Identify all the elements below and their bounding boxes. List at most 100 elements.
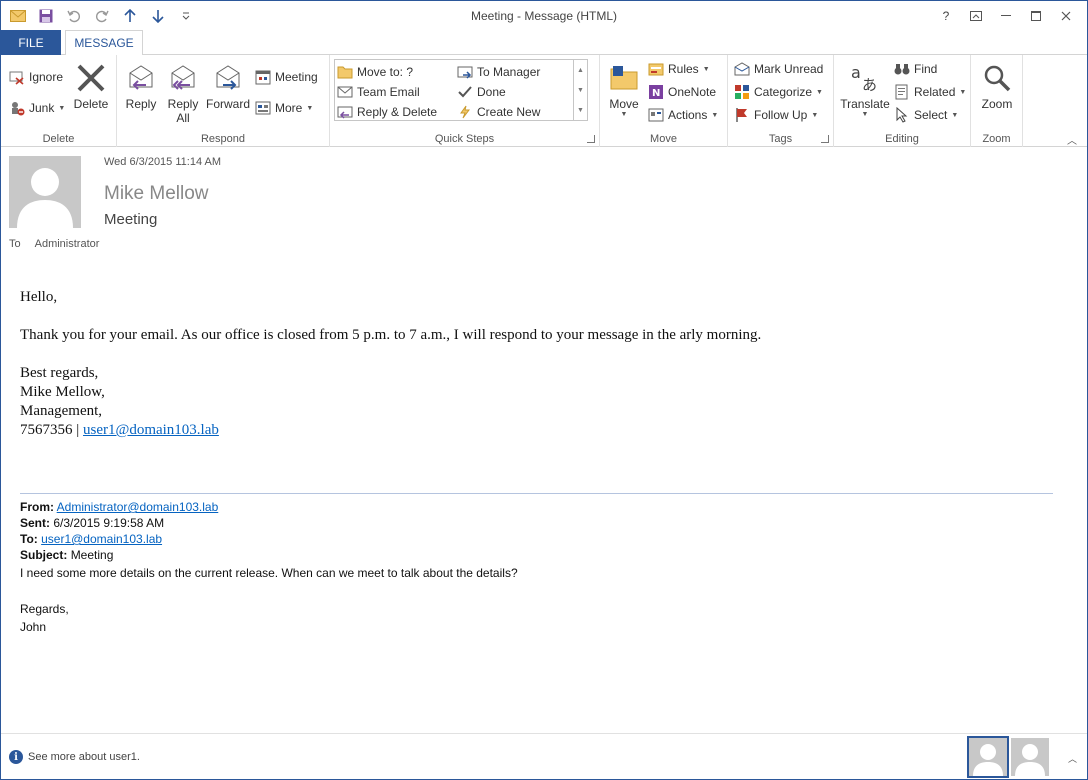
move-folder-icon: [607, 61, 641, 95]
binoculars-icon: [894, 64, 910, 75]
quick-step-to-manager[interactable]: To Manager: [457, 62, 540, 82]
outlook-message-window: Meeting - Message (HTML) ? FILE MESSAGE: [0, 0, 1088, 780]
move-to-label: Move to: ?: [357, 65, 414, 79]
window-controls: ?: [931, 5, 1081, 27]
team-email-label: Team Email: [357, 85, 420, 99]
rules-button[interactable]: Rules ▼: [648, 59, 710, 79]
meeting-label: Meeting: [275, 70, 318, 84]
delete-x-icon: [74, 61, 108, 95]
reply-delete-icon: [337, 106, 353, 119]
collapse-ribbon-button[interactable]: ︿: [1067, 129, 1077, 149]
mark-unread-button[interactable]: Mark Unread: [734, 59, 823, 79]
reply-label: Reply: [125, 97, 157, 111]
quoted-body-line: I need some more details on the current …: [20, 566, 518, 580]
follow-up-button[interactable]: Follow Up ▼: [734, 105, 818, 125]
person-thumbnail[interactable]: [967, 736, 1009, 778]
zoom-label: Zoom: [981, 97, 1013, 111]
forward-button[interactable]: Forward: [205, 61, 251, 111]
create-new-label: Create New: [477, 105, 541, 119]
delete-button[interactable]: Delete: [71, 61, 111, 111]
svg-text:N: N: [652, 88, 660, 99]
quick-steps-group: Move to: ? Team Email Reply & Delete To …: [330, 55, 600, 147]
reply-all-label-1: Reply: [167, 97, 199, 111]
reply-all-button[interactable]: Reply All: [163, 61, 203, 125]
quoted-message: From: Administrator@domain103.lab Sent: …: [20, 499, 1060, 635]
quoted-to-link[interactable]: user1@domain103.lab: [41, 532, 162, 546]
zoom-button[interactable]: Zoom: [975, 61, 1019, 111]
follow-up-label: Follow Up: [754, 108, 808, 122]
person-placeholder-icon: [1011, 738, 1049, 776]
related-label: Related: [914, 85, 956, 99]
people-pane-info[interactable]: i See more about user1.: [9, 750, 140, 764]
body-paragraph: Thank you for your email. As our office …: [20, 327, 762, 343]
ignore-label: Ignore: [29, 70, 64, 84]
quick-step-team-email[interactable]: Team Email: [337, 82, 420, 102]
to-label: To: [9, 238, 21, 250]
close-button[interactable]: [1051, 5, 1081, 27]
junk-button[interactable]: Junk ▼: [9, 98, 65, 118]
find-button[interactable]: Find: [894, 59, 937, 79]
translate-button[interactable]: aあ Translate ▼: [836, 61, 894, 118]
reply-button[interactable]: Reply: [121, 61, 161, 111]
onenote-button[interactable]: N OneNote: [648, 82, 716, 102]
ignore-button[interactable]: Ignore: [9, 67, 63, 87]
quoted-subject-label: Subject:: [20, 548, 68, 562]
quoted-regards: Regards,: [20, 602, 69, 616]
quick-steps-scroll[interactable]: ▲ ▼ ▼: [573, 60, 587, 120]
select-label: Select: [914, 108, 948, 122]
rules-icon: [648, 63, 664, 76]
meeting-button[interactable]: Meeting: [255, 67, 318, 87]
quick-steps-group-label: Quick Steps: [434, 133, 495, 145]
quick-step-reply-delete[interactable]: Reply & Delete: [337, 102, 437, 122]
respond-group-label: Respond: [200, 133, 246, 145]
message-date: Wed 6/3/2015 11:14 AM: [104, 156, 222, 168]
scroll-up-icon[interactable]: ▲: [577, 67, 584, 74]
tab-file[interactable]: FILE: [1, 30, 61, 55]
categorize-label: Categorize: [754, 85, 813, 99]
quoted-subject-line: Subject: Meeting: [20, 547, 1060, 563]
junk-icon: [12, 102, 25, 116]
actions-button[interactable]: Actions ▼: [648, 105, 718, 125]
flag-icon: [736, 108, 747, 122]
reply-delete-label: Reply & Delete: [357, 105, 438, 119]
ribbon-display-options-button[interactable]: [961, 5, 991, 27]
mark-unread-label: Mark Unread: [754, 62, 824, 76]
minimize-button[interactable]: [991, 5, 1021, 27]
expand-people-pane-icon[interactable]: ︿: [1068, 752, 1077, 765]
quick-step-move-to[interactable]: Move to: ?: [337, 62, 413, 82]
gallery-expand-icon[interactable]: ▼: [577, 107, 584, 114]
select-button[interactable]: Select ▼: [894, 105, 958, 125]
lightning-icon: [460, 105, 470, 119]
help-button[interactable]: ?: [931, 5, 961, 27]
quick-step-create-new[interactable]: Create New: [457, 102, 540, 122]
rules-label: Rules: [668, 62, 699, 76]
quick-step-done[interactable]: Done: [457, 82, 506, 102]
sender-name[interactable]: Mike Mellow: [104, 183, 209, 205]
tab-message[interactable]: MESSAGE: [65, 30, 143, 56]
related-button[interactable]: Related ▼: [894, 82, 966, 102]
chevron-up-icon: ︿: [1067, 135, 1077, 147]
scroll-down-icon[interactable]: ▼: [577, 87, 584, 94]
sender-avatar: [9, 156, 81, 228]
title-bar: Meeting - Message (HTML) ?: [1, 1, 1087, 31]
categorize-button[interactable]: Categorize ▼: [734, 82, 823, 102]
forward-icon: [211, 61, 245, 95]
quoted-from-link[interactable]: Administrator@domain103.lab: [57, 500, 219, 514]
quoted-sent-label: Sent:: [20, 516, 50, 530]
maximize-button[interactable]: [1021, 5, 1051, 27]
more-respond-button[interactable]: More ▼: [255, 98, 313, 118]
signature-email-link[interactable]: user1@domain103.lab: [83, 422, 219, 438]
more-respond-icon: [255, 101, 271, 115]
to-recipient[interactable]: Administrator: [35, 238, 100, 250]
chevron-down-icon: ▼: [959, 88, 967, 96]
person-thumbnail[interactable]: [1011, 738, 1049, 776]
ignore-icon: [9, 71, 24, 85]
person-placeholder-icon: [969, 738, 1007, 776]
move-button[interactable]: Move ▼: [604, 61, 644, 118]
chevron-down-icon: ▼: [811, 111, 819, 119]
quoted-name: John: [20, 620, 47, 634]
tags-group: Mark Unread Categorize ▼ Follow Up ▼ Tag…: [728, 55, 834, 147]
translate-icon: aあ: [848, 61, 882, 95]
svg-text:あ: あ: [862, 76, 877, 94]
people-pane-text: See more about user1.: [28, 751, 140, 763]
